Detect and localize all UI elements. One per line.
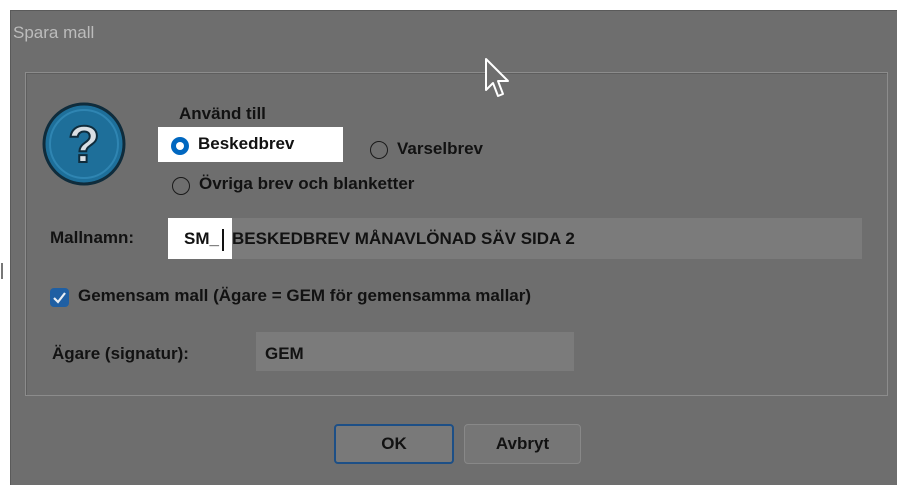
radio-ovriga-label[interactable]: Övriga brev och blanketter (199, 174, 414, 194)
radio-beskedbrev[interactable] (171, 137, 189, 155)
radio-ovriga[interactable] (172, 177, 190, 195)
shared-template-label[interactable]: Gemensam mall (Ägare = GEM för gemensamm… (78, 286, 531, 306)
radio-varselbrev[interactable] (370, 141, 388, 159)
dialog-title: Spara mall (13, 23, 95, 42)
radio-varselbrev-label[interactable]: Varselbrev (397, 139, 483, 159)
shared-template-checkbox[interactable] (50, 288, 69, 307)
template-name-value[interactable]: BESKEDBREV MÅNAVLÖNAD SÄV SIDA 2 (232, 229, 575, 249)
mouse-pointer-icon (485, 58, 509, 97)
template-name-label: Mallnamn: (50, 228, 135, 247)
edge-mark (1, 263, 3, 279)
use-for-label: Använd till (179, 104, 266, 123)
cancel-button[interactable]: Avbryt (464, 424, 581, 464)
radio-beskedbrev-label[interactable]: Beskedbrev (198, 134, 294, 154)
owner-value[interactable]: GEM (265, 344, 304, 364)
owner-label: Ägare (signatur): (52, 344, 189, 363)
question-icon: ? (42, 102, 126, 186)
template-name-prefix[interactable]: SM_ (184, 229, 219, 249)
ok-button[interactable]: OK (334, 424, 454, 464)
text-caret (222, 229, 224, 251)
checkmark-icon (53, 292, 66, 304)
svg-text:?: ? (68, 116, 100, 174)
